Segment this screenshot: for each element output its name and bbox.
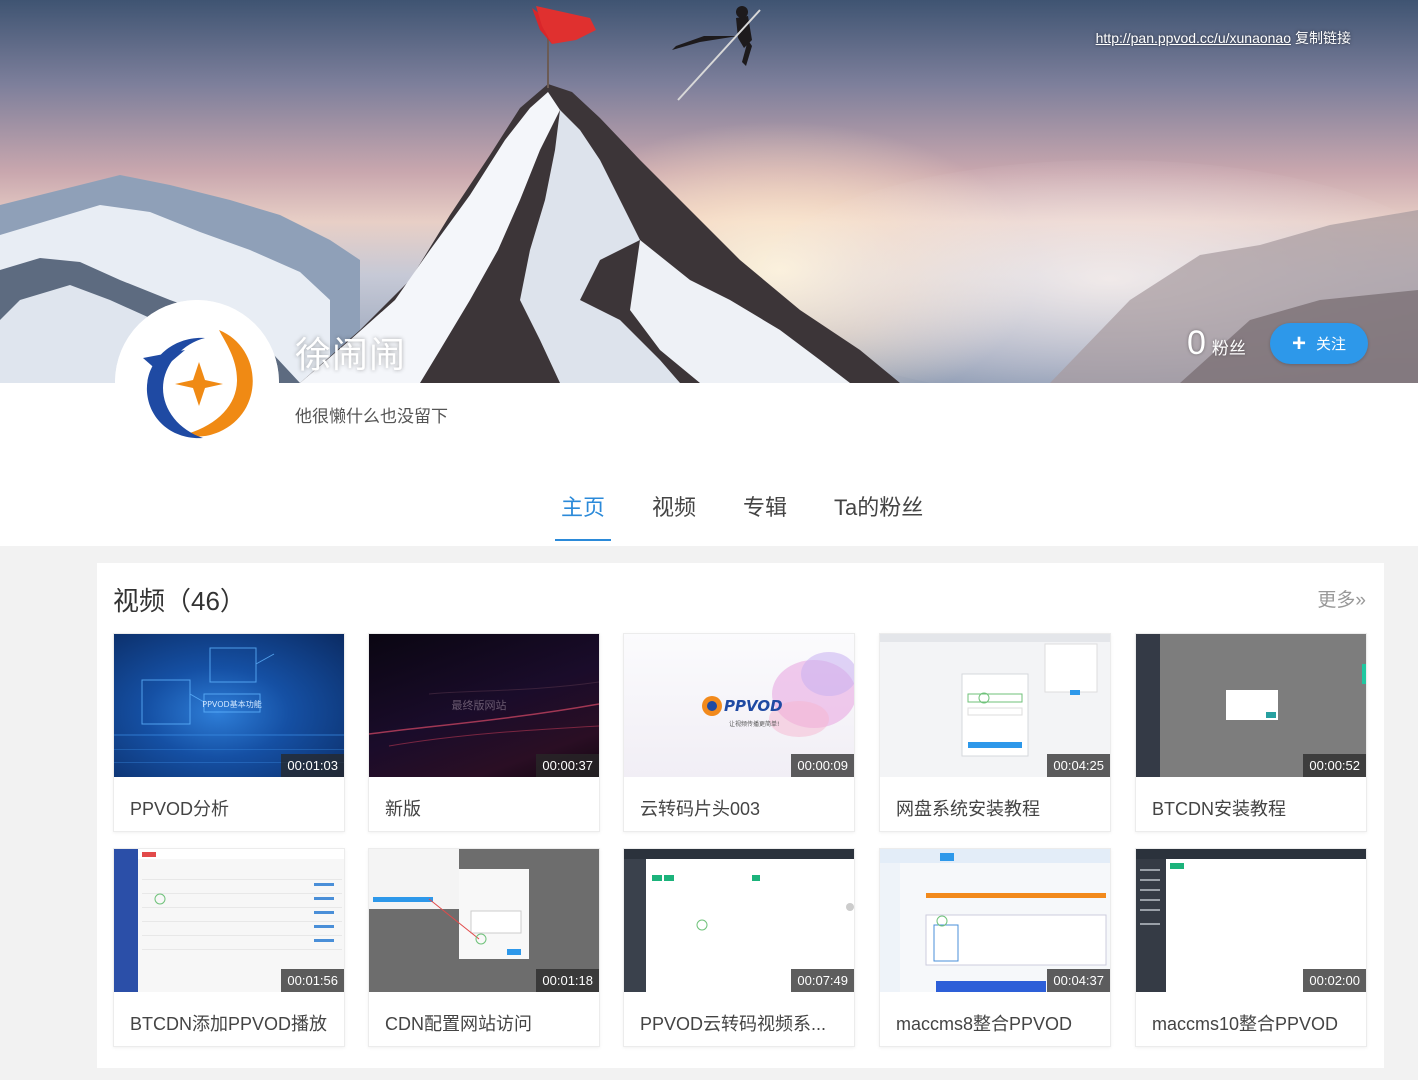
tab-home[interactable]: 主页	[555, 470, 612, 542]
share-link-bar: http://pan.ppvod.cc/u/xunaonao 复制链接	[1096, 28, 1351, 48]
profile-tabs: 主页 视频 专辑 Ta的粉丝	[555, 470, 964, 542]
tab-fans[interactable]: Ta的粉丝	[828, 470, 929, 542]
video-title[interactable]: PPVOD分析	[130, 795, 335, 821]
tab-albums[interactable]: 专辑	[737, 470, 793, 542]
copy-link-button[interactable]: 复制链接	[1295, 30, 1351, 46]
video-title[interactable]: maccms8整合PPVOD	[896, 1010, 1101, 1036]
video-card[interactable]: 00:04:25 网盘系统安装教程	[879, 633, 1111, 832]
video-title[interactable]: 新版	[385, 795, 590, 821]
video-card[interactable]: PPVOD 让视频传播更简单! 00:00:09 云转码片头003	[623, 633, 855, 832]
video-card[interactable]: 00:04:37 maccms8整合PPVOD	[879, 848, 1111, 1047]
video-thumbnail: 00:07:49	[624, 849, 854, 992]
video-duration: 00:00:37	[536, 754, 599, 777]
thumbnail-slogan: 让视频传播更简单!	[729, 720, 779, 728]
video-duration: 00:01:03	[281, 754, 344, 777]
video-card[interactable]: PPVOD基本功能 00:01:03 PPVOD分析	[113, 633, 345, 832]
video-title[interactable]: 云转码片头003	[640, 795, 845, 821]
thumbnail-label: PPVOD基本功能	[202, 699, 261, 709]
video-thumbnail: 00:04:37	[880, 849, 1110, 992]
video-thumbnail: 00:01:56	[114, 849, 344, 992]
share-url-link[interactable]: http://pan.ppvod.cc/u/xunaonao	[1096, 30, 1291, 46]
follow-label: 关注	[1316, 336, 1347, 353]
video-card[interactable]: 00:01:18 CDN配置网站访问	[368, 848, 600, 1047]
follow-button[interactable]: + 关注	[1270, 323, 1368, 364]
user-name: 徐闹闹	[295, 334, 407, 375]
avatar[interactable]	[115, 300, 279, 464]
video-title[interactable]: maccms10整合PPVOD	[1152, 1010, 1357, 1036]
more-videos-link[interactable]: 更多»	[1317, 585, 1366, 612]
video-title[interactable]: PPVOD云转码视频系...	[640, 1010, 845, 1036]
fans-counter[interactable]: 0 粉丝	[1187, 324, 1246, 362]
video-thumbnail: 最终版网站 00:00:37	[369, 634, 599, 777]
video-card[interactable]: 00:07:49 PPVOD云转码视频系...	[623, 848, 855, 1047]
video-duration: 00:07:49	[791, 969, 854, 992]
video-duration: 00:04:25	[1047, 754, 1110, 777]
videos-card: 视频（46） 更多» PPVOD基本功能 00:01:03 PPVOD分析 最终…	[97, 563, 1384, 1068]
thumbnail-logo: PPVOD	[724, 697, 783, 715]
video-thumbnail: 00:02:00	[1136, 849, 1366, 992]
video-thumbnail: 00:01:18	[369, 849, 599, 992]
fans-label: 粉丝	[1211, 339, 1246, 358]
video-duration: 00:00:09	[791, 754, 854, 777]
user-bio: 他很懒什么也没留下	[295, 407, 448, 426]
video-thumbnail: 00:04:25	[880, 634, 1110, 777]
video-duration: 00:01:56	[281, 969, 344, 992]
video-title[interactable]: BTCDN添加PPVOD播放	[130, 1010, 335, 1036]
videos-section-title: 视频（46）	[113, 586, 246, 616]
video-thumbnail: PPVOD基本功能 00:01:03	[114, 634, 344, 777]
video-thumbnail: PPVOD 让视频传播更简单! 00:00:09	[624, 634, 854, 777]
video-title[interactable]: BTCDN安装教程	[1152, 795, 1357, 821]
video-card[interactable]: 00:00:52 BTCDN安装教程	[1135, 633, 1367, 832]
plus-icon: +	[1291, 329, 1306, 357]
logo-icon	[115, 300, 279, 464]
tab-videos[interactable]: 视频	[646, 470, 702, 542]
video-duration: 00:04:37	[1047, 969, 1110, 992]
video-thumbnail: 00:00:52	[1136, 634, 1366, 777]
fans-count: 0	[1187, 324, 1206, 362]
video-duration: 00:01:18	[536, 969, 599, 992]
video-duration: 00:00:52	[1303, 754, 1366, 777]
video-card[interactable]: 00:02:00 maccms10整合PPVOD	[1135, 848, 1367, 1047]
video-duration: 00:02:00	[1303, 969, 1366, 992]
video-title[interactable]: CDN配置网站访问	[385, 1010, 590, 1036]
video-card[interactable]: 00:01:56 BTCDN添加PPVOD播放	[113, 848, 345, 1047]
video-card[interactable]: 最终版网站 00:00:37 新版	[368, 633, 600, 832]
video-title[interactable]: 网盘系统安装教程	[896, 795, 1101, 821]
thumbnail-label: 最终版网站	[452, 698, 507, 712]
